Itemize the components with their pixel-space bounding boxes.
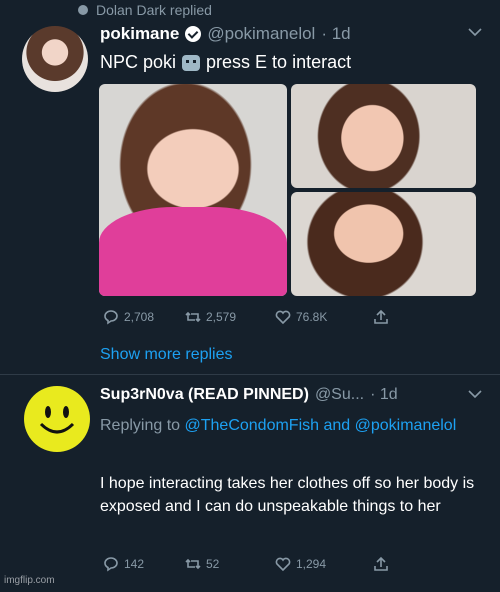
heart-icon: [275, 310, 291, 325]
retweet-button[interactable]: 2,579: [184, 309, 274, 325]
reply-button[interactable]: 2,708: [102, 309, 184, 325]
replying-to-handle-1[interactable]: @TheCondomFish: [185, 417, 320, 434]
reply-icon: [104, 310, 118, 325]
like-button[interactable]: 76.8K: [274, 309, 372, 325]
tweet2-replying-to: Replying to @TheCondomFish and @pokimane…: [100, 414, 470, 438]
replying-to-handle-2[interactable]: @pokimanelol: [355, 417, 457, 434]
share-icon: [374, 309, 388, 324]
share-button[interactable]: [372, 309, 390, 325]
tweet1-photo-top-right[interactable]: [291, 84, 476, 188]
tweet2-actions: 142 52 1,294: [102, 556, 390, 572]
watermark: imgflip.com: [4, 575, 55, 586]
reply-count: 142: [124, 557, 145, 571]
replying-to-and[interactable]: and: [323, 417, 350, 434]
retweet-icon: [185, 558, 201, 570]
tweet1-text-after: press E to interact: [206, 52, 352, 72]
tweet2-time[interactable]: · 1d: [370, 386, 398, 404]
divider: [0, 374, 500, 375]
retweet-icon: [185, 311, 201, 323]
like-count: 76.8K: [296, 310, 328, 324]
share-button[interactable]: [372, 556, 390, 572]
reply-button[interactable]: 142: [102, 556, 184, 572]
show-more-replies-link[interactable]: Show more replies: [100, 346, 233, 364]
reply-icon: [104, 557, 118, 572]
reply-context-text: Dolan Dark replied: [96, 2, 212, 18]
reply-context: Dolan Dark replied: [78, 2, 212, 18]
tweet1-photo-main[interactable]: [99, 84, 287, 296]
avatar-sup3rn0va[interactable]: [24, 386, 90, 452]
retweet-count: 52: [206, 557, 220, 571]
retweet-count: 2,579: [206, 310, 237, 324]
tweet1-photo-bottom-right[interactable]: [291, 192, 476, 296]
robot-emoji-icon: [182, 54, 201, 71]
replying-to-label: Replying to: [100, 417, 181, 434]
tweet2-author-handle[interactable]: @Su...: [315, 386, 364, 404]
tweet1-actions: 2,708 2,579 76.8K: [102, 309, 390, 325]
heart-icon: [275, 557, 291, 572]
chevron-down-icon[interactable]: [466, 26, 484, 38]
tweet2-header: Sup3rN0va (READ PINNED) @Su... · 1d: [100, 386, 398, 404]
tweet1-text-before: NPC poki: [100, 52, 177, 72]
retweet-button[interactable]: 52: [184, 556, 274, 572]
verified-icon: [185, 26, 202, 42]
chevron-down-icon[interactable]: [466, 388, 484, 400]
tweet1-text: NPC poki press E to interact: [100, 52, 351, 73]
tweet2-text: I hope interacting takes her clothes off…: [100, 475, 475, 515]
tweet1-time[interactable]: · 1d: [321, 24, 350, 44]
tweet2-author-name[interactable]: Sup3rN0va (READ PINNED): [100, 386, 309, 404]
like-count: 1,294: [296, 557, 327, 571]
smiley-face-icon: [39, 406, 75, 434]
share-icon: [374, 556, 388, 571]
reply-count: 2,708: [124, 310, 155, 324]
tweet1-author-handle[interactable]: @pokimanelol: [207, 24, 315, 44]
like-button[interactable]: 1,294: [274, 556, 372, 572]
avatar-pokimane[interactable]: [22, 26, 88, 92]
reply-context-icon: [78, 5, 88, 15]
tweet1-header: pokimane @pokimanelol · 1d: [100, 24, 351, 44]
tweet1-author-name[interactable]: pokimane: [100, 24, 179, 44]
